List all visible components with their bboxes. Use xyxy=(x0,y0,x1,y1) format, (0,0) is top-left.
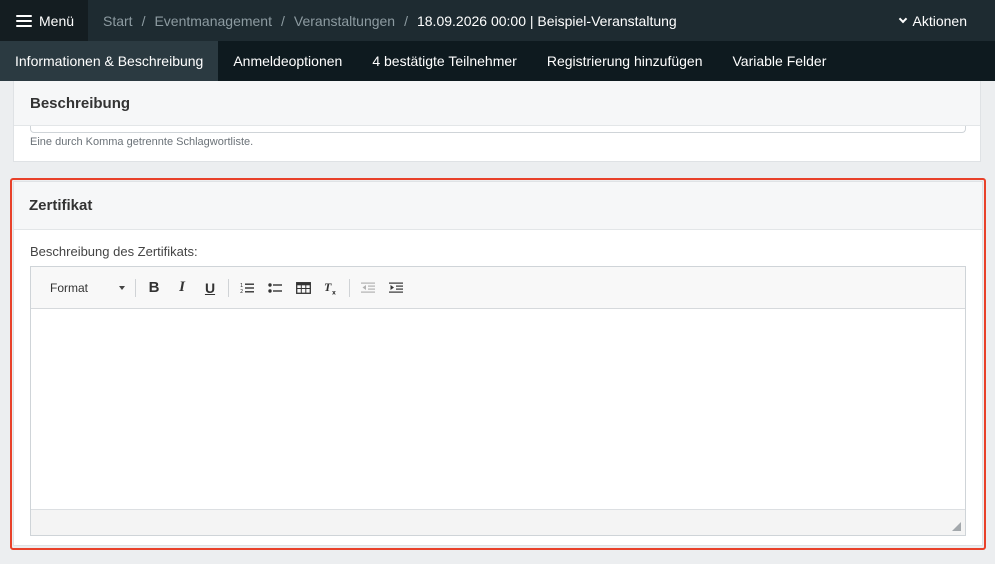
tab-bar: Informationen & Beschreibung Anmeldeopti… xyxy=(0,41,995,81)
tab-informationen-beschreibung[interactable]: Informationen & Beschreibung xyxy=(0,41,219,81)
tags-hint: Eine durch Komma getrennte Schlagwortlis… xyxy=(30,136,254,148)
actions-dropdown[interactable]: Aktionen xyxy=(898,0,967,41)
breadcrumb-separator: / xyxy=(404,12,408,29)
tags-input[interactable] xyxy=(30,126,966,133)
highlight-frame xyxy=(10,178,986,550)
description-panel: Beschreibung Eine durch Komma getrennte … xyxy=(13,81,981,162)
menu-label: Menü xyxy=(39,12,75,29)
tab-bestaetigte-teilnehmer[interactable]: 4 bestätigte Teilnehmer xyxy=(357,41,532,81)
breadcrumb-eventmanagement[interactable]: Eventmanagement xyxy=(154,13,272,29)
breadcrumb-current-event: 18.09.2026 00:00 | Beispiel-Veranstaltun… xyxy=(416,12,677,29)
actions-label: Aktionen xyxy=(912,12,967,29)
description-panel-title: Beschreibung xyxy=(14,81,980,126)
tab-registrierung-hinzufuegen[interactable]: Registrierung hinzufügen xyxy=(532,41,718,81)
breadcrumb-veranstaltungen[interactable]: Veranstaltungen xyxy=(294,13,395,29)
breadcrumb: Start / Eventmanagement / Veranstaltunge… xyxy=(103,13,677,29)
breadcrumb-separator: / xyxy=(281,12,285,29)
top-bar: Menü Start / Eventmanagement / Veranstal… xyxy=(0,0,995,41)
hamburger-icon xyxy=(16,14,32,27)
menu-button[interactable]: Menü xyxy=(0,0,88,41)
breadcrumb-start[interactable]: Start xyxy=(103,13,133,29)
chevron-down-icon xyxy=(898,14,907,23)
breadcrumb-separator: / xyxy=(141,12,146,29)
tab-anmeldeoptionen[interactable]: Anmeldeoptionen xyxy=(218,41,357,81)
tab-variable-felder[interactable]: Variable Felder xyxy=(717,41,841,81)
